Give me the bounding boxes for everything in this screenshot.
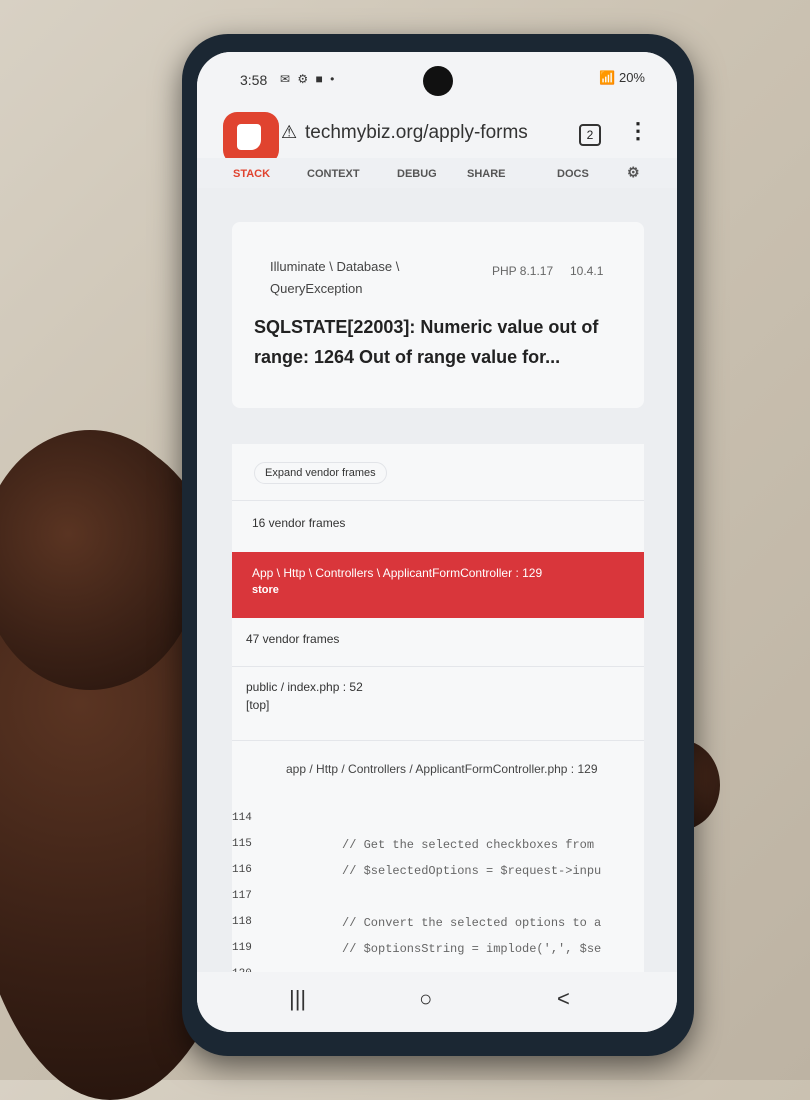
nav-stack[interactable]: STACK bbox=[233, 168, 270, 180]
notification-icons: ✉ ⚙ ■ • bbox=[280, 72, 337, 86]
vendor-frames-toggle-2[interactable]: 47 vendor frames bbox=[246, 632, 339, 646]
back-button[interactable]: < bbox=[557, 986, 570, 1012]
line-number: 119 bbox=[232, 942, 252, 954]
active-stack-frame[interactable]: App \ Http \ Controllers \ ApplicantForm… bbox=[232, 552, 644, 618]
line-number: 116 bbox=[232, 864, 252, 876]
android-nav-bar: ||| ○ < bbox=[197, 972, 677, 1032]
vendor-frames-toggle-1[interactable]: 16 vendor frames bbox=[252, 516, 345, 530]
divider bbox=[232, 740, 644, 741]
nav-docs[interactable]: DOCS bbox=[557, 168, 589, 180]
code-line: // $selectedOptions = $request->inpu bbox=[342, 864, 602, 878]
tab-count-button[interactable]: 2 bbox=[579, 124, 601, 146]
expand-vendor-frames-button[interactable]: Expand vendor frames bbox=[254, 462, 387, 484]
line-number: 114 bbox=[232, 812, 252, 824]
code-file-path: app / Http / Controllers / ApplicantForm… bbox=[286, 762, 598, 776]
code-line: // $optionsString = implode(',', $se bbox=[342, 942, 602, 956]
front-camera bbox=[423, 66, 453, 96]
phone-screen: 3:58 ✉ ⚙ ■ • 📶 20% ⚠ techmybiz.org/apply… bbox=[197, 52, 677, 1032]
status-bar: 3:58 ✉ ⚙ ■ • 📶 20% bbox=[197, 52, 677, 108]
laravel-version: 10.4.1 bbox=[570, 264, 604, 278]
battery-indicator: 📶 20% bbox=[599, 70, 645, 85]
code-line: // Get the selected checkboxes from bbox=[342, 838, 595, 852]
home-button[interactable]: ○ bbox=[419, 986, 432, 1012]
browser-url-bar: ⚠ techmybiz.org/apply-forms 2 ⋮ bbox=[197, 108, 677, 164]
divider bbox=[232, 666, 644, 667]
error-page-nav: STACK CONTEXT DEBUG SHARE DOCS ⚙ bbox=[197, 158, 677, 188]
exception-message: SQLSTATE[22003]: Numeric value out of ra… bbox=[254, 317, 599, 367]
frame-function: store bbox=[252, 584, 279, 596]
line-number: 118 bbox=[232, 916, 252, 928]
exception-class: Illuminate \ Database \ QueryException bbox=[270, 259, 400, 296]
nav-context[interactable]: CONTEXT bbox=[307, 168, 360, 180]
exception-card: Illuminate \ Database \ QueryException P… bbox=[232, 222, 644, 408]
frame-function: [top] bbox=[246, 698, 270, 712]
recents-button[interactable]: ||| bbox=[289, 986, 306, 1012]
status-time: 3:58 bbox=[240, 72, 268, 88]
line-number: 115 bbox=[232, 838, 252, 850]
warning-icon[interactable]: ⚠ bbox=[281, 122, 297, 143]
more-menu-icon[interactable]: ⋮ bbox=[627, 118, 649, 144]
flare-logo[interactable] bbox=[223, 112, 279, 164]
divider bbox=[232, 500, 644, 501]
code-line: // Convert the selected options to a bbox=[342, 916, 602, 930]
frame-path: public / index.php : 52 bbox=[246, 680, 363, 694]
nav-share[interactable]: SHARE bbox=[467, 168, 506, 180]
settings-icon[interactable]: ⚙ bbox=[627, 164, 640, 181]
line-number: 117 bbox=[232, 890, 252, 902]
stack-trace: Expand vendor frames 16 vendor frames Ap… bbox=[232, 444, 644, 1032]
frame-path: App \ Http \ Controllers \ ApplicantForm… bbox=[252, 566, 543, 580]
nav-debug[interactable]: DEBUG bbox=[397, 168, 437, 180]
url-field[interactable]: techmybiz.org/apply-forms bbox=[305, 122, 528, 144]
php-version: PHP 8.1.17 bbox=[492, 264, 554, 278]
